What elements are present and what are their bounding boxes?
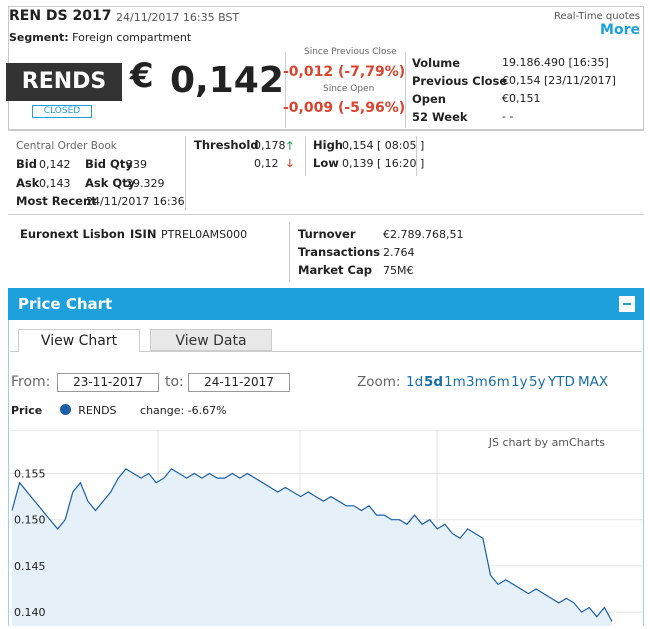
zoom-6m[interactable]: 6m xyxy=(488,374,510,390)
ask-label: Ask xyxy=(16,176,40,190)
zoom-5d[interactable]: 5d xyxy=(424,374,443,390)
y-tick-label: 0.150 xyxy=(14,514,46,527)
open-label: Open xyxy=(412,92,446,106)
zoom-1y[interactable]: 1y xyxy=(511,374,528,390)
legend-label: Price xyxy=(11,404,43,417)
segment: Segment: Foreign compartment xyxy=(9,31,191,44)
ask-qty-value: 29.329 xyxy=(126,177,165,190)
zoom-1m[interactable]: 1m xyxy=(444,374,466,390)
segment-label: Segment: xyxy=(9,31,69,44)
market-cap-label: Market Cap xyxy=(298,263,372,277)
transactions-value: 2.764 xyxy=(383,246,415,259)
realtime-label: Real-Time quotes xyxy=(554,11,640,22)
since-prev-label: Since Previous Close xyxy=(304,47,397,57)
since-open-label: Since Open xyxy=(323,84,375,94)
high-value: 0,154 [ 08:05 ] xyxy=(342,139,425,152)
divider xyxy=(185,136,186,210)
arrow-down-icon: 🡓 xyxy=(287,157,293,170)
since-prev-change: -0,012 (-7,79%) xyxy=(283,64,406,80)
turnover-label: Turnover xyxy=(298,227,356,241)
divider xyxy=(305,136,306,176)
bid-qty-value: 339 xyxy=(126,158,147,171)
price-chart-panel-header: Price Chart xyxy=(8,288,644,320)
open-value: €0,151 xyxy=(502,92,541,105)
threshold-lower: 0,12 xyxy=(254,157,279,170)
isin-value: PTREL0AMS000 xyxy=(161,228,248,241)
to-date-input[interactable]: 24-11-2017 xyxy=(188,373,290,392)
divider xyxy=(8,214,644,215)
zoom-max[interactable]: MAX xyxy=(578,374,608,390)
zoom-5y[interactable]: 5y xyxy=(529,374,546,390)
ask-value: 0,143 xyxy=(39,177,71,190)
divider xyxy=(416,136,417,176)
instrument-title: REN DS 2017 xyxy=(9,8,112,24)
segment-value: Foreign compartment xyxy=(72,31,192,44)
prev-close-value: €0,154 [23/11/2017] xyxy=(502,74,616,87)
week52-label: 52 Week xyxy=(412,110,468,124)
arrow-up-icon: 🡑 xyxy=(287,139,293,152)
chart-legend: Price RENDS change: -6.67% xyxy=(11,404,227,417)
divider xyxy=(405,52,406,128)
legend-series[interactable]: RENDS xyxy=(78,404,116,417)
market-cap-value: 75M€ xyxy=(383,264,414,277)
collapse-icon[interactable] xyxy=(619,296,635,312)
currency-symbol: € xyxy=(130,56,154,96)
week52-value: - - xyxy=(502,110,514,123)
y-tick-label: 0.155 xyxy=(14,467,46,480)
order-book-title: Central Order Book xyxy=(16,140,117,152)
zoom-1d[interactable]: 1d xyxy=(406,374,423,390)
panel-title: Price Chart xyxy=(18,295,113,313)
volume-label: Volume xyxy=(412,56,461,70)
tab-view-chart[interactable]: View Chart xyxy=(18,329,140,352)
most-recent-label: Most Recent xyxy=(16,194,97,208)
zoom-label: Zoom: xyxy=(357,374,401,390)
prev-close-label: Previous Close xyxy=(412,74,508,88)
ticker-badge: RENDS xyxy=(6,63,122,101)
since-open-change: -0,009 (-5,96%) xyxy=(283,100,406,116)
divider xyxy=(8,130,644,131)
zoom-3m[interactable]: 3m xyxy=(466,374,488,390)
zoom-ytd[interactable]: YTD xyxy=(548,374,575,390)
low-label: Low xyxy=(313,156,339,170)
price-area-fill xyxy=(12,468,612,626)
market-status-badge: CLOSED xyxy=(32,105,92,118)
price-chart: 0.155 0.150 0.145 0.140 JS chart by amCharts xyxy=(10,429,642,626)
chart-credit: JS chart by amCharts xyxy=(488,436,605,449)
bid-label: Bid xyxy=(16,157,37,171)
from-label: From: xyxy=(11,374,51,390)
legend-change: change: -6.67% xyxy=(140,404,227,417)
turnover-value: €2.789.768,51 xyxy=(383,228,464,241)
isin-label: ISIN xyxy=(130,227,157,241)
from-date-input[interactable]: 23-11-2017 xyxy=(57,373,159,392)
last-price: 0,142 xyxy=(170,60,284,101)
bid-value: 0,142 xyxy=(39,158,71,171)
threshold-upper: 0,178 xyxy=(254,139,286,152)
transactions-label: Transactions xyxy=(298,245,380,259)
quote-datetime: 24/11/2017 16:35 BST xyxy=(116,11,240,24)
most-recent-value: 24/11/2017 16:36 xyxy=(86,195,185,208)
divider xyxy=(289,222,290,282)
to-label: to: xyxy=(165,374,184,390)
threshold-label: Threshold xyxy=(194,138,259,152)
series-marker-icon xyxy=(59,404,71,415)
more-link[interactable]: More xyxy=(600,22,640,38)
high-label: High xyxy=(313,138,343,152)
volume-value: 19.186.490 [16:35] xyxy=(502,56,609,69)
price-chart-svg: 0.155 0.150 0.145 0.140 JS chart by amCharts xyxy=(10,429,642,626)
low-value: 0,139 [ 16:20 ] xyxy=(342,157,425,170)
y-tick-label: 0.140 xyxy=(14,606,46,619)
market-name: Euronext Lisbon xyxy=(20,227,125,241)
y-tick-label: 0.145 xyxy=(14,560,46,573)
tab-view-data[interactable]: View Data xyxy=(150,329,272,351)
